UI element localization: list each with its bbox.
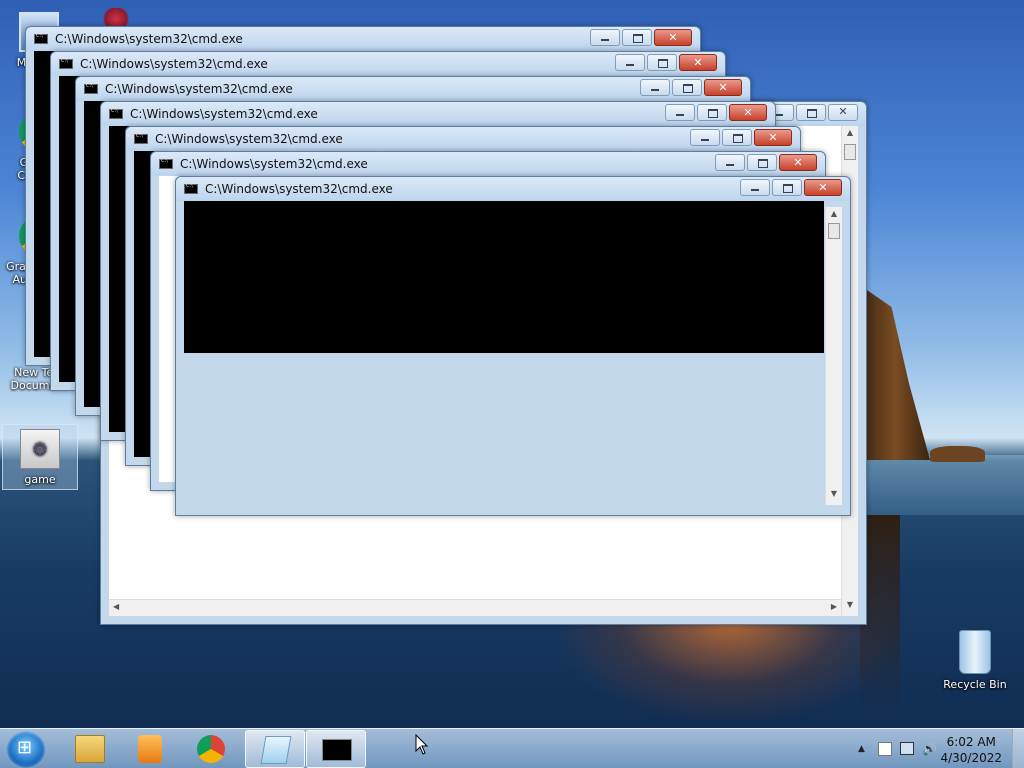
close-icon: ✕ xyxy=(718,81,728,94)
maximize-button[interactable] xyxy=(722,129,752,146)
horizontal-scrollbar[interactable]: ◀ ▶ xyxy=(109,599,841,616)
close-icon: ✕ xyxy=(693,56,703,69)
notepad-icon xyxy=(260,736,292,764)
minimize-button[interactable] xyxy=(665,104,695,121)
cmd-icon xyxy=(34,33,48,44)
title-bar[interactable]: C:\Windows\system32\cmd.exe ✕ xyxy=(176,177,850,201)
cmd-icon xyxy=(134,133,148,144)
cmd-icon xyxy=(84,83,98,94)
scroll-right-arrow[interactable]: ▶ xyxy=(831,602,837,611)
window-title: C:\Windows\system32\cmd.exe xyxy=(180,157,368,171)
recycle-bin-icon xyxy=(959,630,991,674)
scroll-down-arrow[interactable]: ▼ xyxy=(842,600,858,614)
taskbar: ▲ 🔊 6:02 AM 4/30/2022 xyxy=(0,728,1024,768)
minimize-button[interactable] xyxy=(615,54,645,71)
start-button[interactable] xyxy=(6,731,46,768)
network-icon[interactable] xyxy=(900,742,914,755)
title-bar[interactable]: C:\Windows\system32\cmd.exe ✕ xyxy=(126,127,800,151)
cmd-icon xyxy=(159,158,173,169)
close-button[interactable]: ✕ xyxy=(654,29,692,46)
desktop-icon-game[interactable]: ⚙ game xyxy=(2,424,78,490)
cmd-icon xyxy=(109,108,123,119)
maximize-button[interactable] xyxy=(772,179,802,196)
media-player-icon xyxy=(138,735,162,763)
minimize-button[interactable] xyxy=(590,29,620,46)
maximize-button[interactable] xyxy=(747,154,777,171)
maximize-button[interactable] xyxy=(697,104,727,121)
close-icon: ✕ xyxy=(838,105,848,118)
close-button[interactable]: ✕ xyxy=(704,79,742,96)
maximize-button[interactable] xyxy=(796,104,826,121)
maximize-button[interactable] xyxy=(622,29,652,46)
show-desktop-button[interactable] xyxy=(1012,729,1024,768)
close-button[interactable]: ✕ xyxy=(804,179,842,196)
scroll-thumb[interactable] xyxy=(844,144,856,160)
close-button[interactable]: ✕ xyxy=(729,104,767,121)
window-title: C:\Windows\system32\cmd.exe xyxy=(105,82,293,96)
taskbar-notepad[interactable] xyxy=(245,730,305,768)
cmd-icon xyxy=(184,183,198,194)
system-tray: ▲ 🔊 6:02 AM 4/30/2022 xyxy=(834,729,1024,768)
taskbar-chrome[interactable] xyxy=(182,730,242,768)
cmd-icon xyxy=(322,739,352,761)
wallpaper-rock xyxy=(860,290,930,460)
desktop-icon-label: Recycle Bin xyxy=(943,678,1007,691)
folder-icon xyxy=(75,735,105,763)
clock-date: 4/30/2022 xyxy=(940,751,1002,765)
speaker-icon[interactable]: 🔊 xyxy=(922,742,937,756)
close-icon: ✕ xyxy=(743,106,753,119)
taskbar-cmd[interactable] xyxy=(306,730,366,768)
batch-file-icon: ⚙ xyxy=(20,429,60,469)
window-title: C:\Windows\system32\cmd.exe xyxy=(205,182,393,196)
title-bar[interactable]: C:\Windows\system32\cmd.exe ✕ xyxy=(101,102,775,126)
maximize-button[interactable] xyxy=(672,79,702,96)
close-icon: ✕ xyxy=(768,131,778,144)
taskbar-media-player[interactable] xyxy=(120,730,180,768)
close-icon: ✕ xyxy=(793,156,803,169)
close-button[interactable]: ✕ xyxy=(679,54,717,71)
clock-time: 6:02 AM xyxy=(946,735,996,749)
title-bar[interactable]: C:\Windows\system32\cmd.exe ✕ xyxy=(26,27,700,51)
close-button[interactable]: ✕ xyxy=(828,104,858,121)
vertical-scrollbar[interactable]: ▲▼ xyxy=(825,207,842,505)
scroll-up-arrow[interactable]: ▲ xyxy=(826,209,842,223)
cmd-icon xyxy=(59,58,73,69)
title-bar[interactable]: C:\Windows\system32\cmd.exe ✕ xyxy=(151,152,825,176)
taskbar-explorer[interactable] xyxy=(60,730,120,768)
close-icon: ✕ xyxy=(818,181,828,194)
wallpaper-sea xyxy=(860,455,1024,515)
window-title: C:\Windows\system32\cmd.exe xyxy=(130,107,318,121)
minimize-button[interactable] xyxy=(640,79,670,96)
scroll-left-arrow[interactable]: ◀ xyxy=(113,602,119,611)
minimize-button[interactable] xyxy=(715,154,745,171)
desktop-icon-label: game xyxy=(24,473,56,486)
scroll-up-arrow[interactable]: ▲ xyxy=(842,128,858,142)
maximize-button[interactable] xyxy=(647,54,677,71)
close-button[interactable]: ✕ xyxy=(779,154,817,171)
tray-expand-icon[interactable]: ▲ xyxy=(858,744,865,754)
mouse-cursor-icon xyxy=(415,734,429,755)
title-bar[interactable]: C:\Windows\system32\cmd.exe ✕ xyxy=(76,77,750,101)
action-center-icon[interactable] xyxy=(878,742,892,756)
scroll-down-arrow[interactable]: ▼ xyxy=(826,489,842,503)
close-icon: ✕ xyxy=(668,31,678,44)
window-title: C:\Windows\system32\cmd.exe xyxy=(155,132,343,146)
minimize-button[interactable] xyxy=(740,179,770,196)
wallpaper-rock-small xyxy=(930,446,985,462)
window-title: C:\Windows\system32\cmd.exe xyxy=(55,32,243,46)
cmd-window-front[interactable]: C:\Windows\system32\cmd.exe ✕ ▲▼ xyxy=(175,176,851,516)
console-area[interactable] xyxy=(184,201,824,353)
title-bar[interactable]: C:\Windows\system32\cmd.exe ✕ xyxy=(51,52,725,76)
minimize-button[interactable] xyxy=(690,129,720,146)
scroll-thumb[interactable] xyxy=(828,223,840,239)
desktop-icon-recycle-bin[interactable]: Recycle Bin xyxy=(940,630,1010,691)
close-button[interactable]: ✕ xyxy=(754,129,792,146)
clock[interactable]: 6:02 AM 4/30/2022 xyxy=(940,734,1002,766)
chrome-icon xyxy=(197,735,225,763)
window-title: C:\Windows\system32\cmd.exe xyxy=(80,57,268,71)
